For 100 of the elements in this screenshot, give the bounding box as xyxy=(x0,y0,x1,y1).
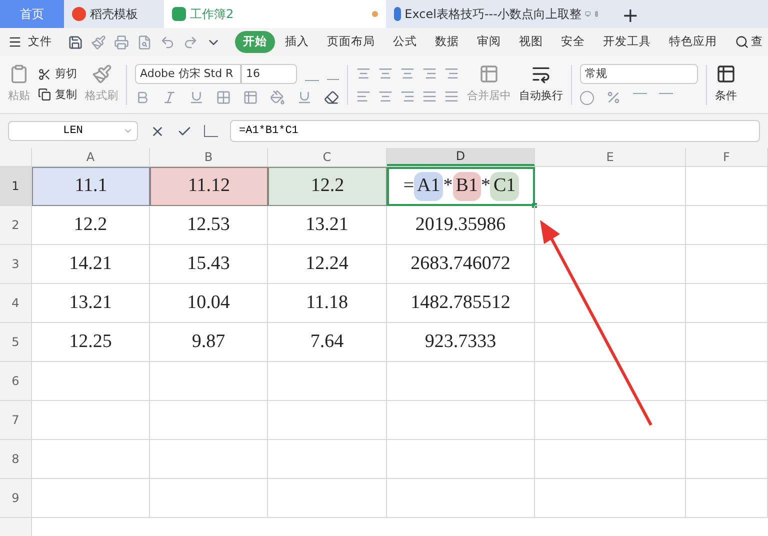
ribbon-tab[interactable]: 审阅 xyxy=(469,31,509,53)
print-icon[interactable] xyxy=(114,34,129,50)
column-header[interactable]: A xyxy=(32,148,150,166)
table-cell: 9.87 xyxy=(150,323,268,362)
table-cell: 12.2 xyxy=(268,167,387,206)
formula-cell[interactable]: =A1*B1*C1 xyxy=(387,167,535,206)
ribbon-tab[interactable]: 开发工具 xyxy=(595,31,659,53)
save-icon[interactable] xyxy=(68,34,83,50)
conditional-format-button[interactable]: 条件 xyxy=(715,88,737,105)
row-header[interactable]: 7 xyxy=(0,401,32,440)
redo-icon[interactable] xyxy=(183,34,198,50)
conditional-format-icon[interactable] xyxy=(716,64,736,84)
table-cell: 1482.785512 xyxy=(387,284,535,323)
row-header[interactable]: 2 xyxy=(0,206,32,245)
ribbon-tab[interactable]: 特色应用 xyxy=(661,31,725,53)
row-header[interactable]: 5 xyxy=(0,323,32,362)
number-format-field[interactable]: 常规 xyxy=(580,64,698,84)
row-header[interactable]: 8 xyxy=(0,440,32,479)
formula-operator: * xyxy=(443,174,453,198)
scissors-icon[interactable] xyxy=(38,68,51,81)
ribbon-tab[interactable]: 视图 xyxy=(511,31,551,53)
cell-style-icon[interactable] xyxy=(243,90,258,105)
ribbon-tab[interactable]: 公式 xyxy=(385,31,425,53)
column-header[interactable]: E xyxy=(535,148,686,166)
row-header[interactable]: 3 xyxy=(0,245,32,284)
indent-icon[interactable] xyxy=(444,66,459,80)
align-center-icon[interactable] xyxy=(378,88,393,104)
copy-button[interactable]: 复制 xyxy=(55,86,77,103)
cell-reference: B1 xyxy=(452,172,481,201)
row-header[interactable]: 9 xyxy=(0,479,32,518)
cut-button[interactable]: 剪切 xyxy=(55,66,77,82)
table-cell: 14.21 xyxy=(32,245,150,284)
eraser-icon[interactable] xyxy=(324,90,339,105)
underline-icon[interactable] xyxy=(189,90,204,105)
align-middle-icon[interactable] xyxy=(378,66,393,80)
row-header[interactable]: 6 xyxy=(0,362,32,401)
table-cell: 15.43 xyxy=(150,245,268,284)
font-size-field[interactable]: 16 xyxy=(241,64,297,84)
table-cell: 11.1 xyxy=(32,167,150,206)
formula-field[interactable]: =A1*B1*C1 xyxy=(230,120,760,142)
tab-label: 工作簿2 xyxy=(190,6,234,23)
table-cell: 2683.746072 xyxy=(387,245,535,284)
ribbon-tab[interactable]: 数据 xyxy=(427,31,467,53)
merge-icon[interactable] xyxy=(479,64,499,84)
row-header[interactable]: 4 xyxy=(0,284,32,323)
font-field[interactable]: Adobe 仿宋 Std R xyxy=(135,64,241,84)
formula-operator: = xyxy=(403,174,414,198)
doc-logo-icon xyxy=(394,7,401,21)
table-cell: 11.18 xyxy=(268,284,387,323)
italic-icon[interactable] xyxy=(162,90,177,105)
sheet-logo-icon xyxy=(172,7,186,21)
format-painter-icon[interactable] xyxy=(92,64,112,84)
align-right-icon[interactable] xyxy=(400,88,415,104)
table-cell: 12.25 xyxy=(32,323,150,362)
ribbon-tab[interactable]: 插入 xyxy=(277,31,317,53)
tab-label: Excel表格技巧---小数点向上取整 xyxy=(404,6,582,23)
table-cell: 2019.35986 xyxy=(387,206,535,245)
new-tab-button[interactable]: + xyxy=(606,0,655,28)
tab-label: 首页 xyxy=(20,6,44,23)
bold-icon[interactable] xyxy=(135,90,150,105)
currency-icon[interactable] xyxy=(580,90,594,104)
wrap-text-button[interactable]: 自动换行 xyxy=(519,88,563,105)
percent-icon[interactable] xyxy=(606,90,621,105)
outdent-icon[interactable] xyxy=(422,66,437,80)
name-box[interactable]: LEN xyxy=(8,121,138,141)
menu-icon[interactable] xyxy=(8,35,22,49)
search-icon[interactable] xyxy=(735,35,749,49)
file-menu[interactable]: 文件 xyxy=(24,33,56,51)
table-cell: 12.24 xyxy=(268,245,387,284)
table-cell: 10.04 xyxy=(150,284,268,323)
table-cell: 7.64 xyxy=(268,323,387,362)
column-header[interactable]: B xyxy=(150,148,268,166)
column-header[interactable]: F xyxy=(686,148,768,166)
column-header[interactable]: D xyxy=(387,148,535,166)
cell-reference: C1 xyxy=(490,172,519,201)
copy-icon[interactable] xyxy=(38,88,51,102)
ribbon-tab[interactable]: 安全 xyxy=(553,31,593,53)
table-cell: 12.53 xyxy=(150,206,268,245)
fill-color-icon[interactable] xyxy=(270,90,285,105)
ribbon-tab[interactable]: 页面布局 xyxy=(319,31,383,53)
search-label[interactable]: 查 xyxy=(751,33,763,51)
fill-handle[interactable] xyxy=(532,203,537,208)
formula-operator: * xyxy=(480,174,490,198)
paste-icon[interactable] xyxy=(9,64,29,84)
brush-icon[interactable] xyxy=(91,34,106,50)
table-cell: 923.7333 xyxy=(387,323,535,362)
align-bottom-icon[interactable] xyxy=(400,66,415,80)
align-top-icon[interactable] xyxy=(356,66,371,80)
cell-reference: A1 xyxy=(414,172,444,201)
row-header[interactable] xyxy=(0,518,32,536)
tab-label: 稻壳模板 xyxy=(90,6,138,23)
table-cell: 12.2 xyxy=(32,206,150,245)
preview-icon[interactable] xyxy=(137,34,152,50)
border-icon[interactable] xyxy=(216,90,231,105)
align-left-icon[interactable] xyxy=(356,88,371,104)
distribute-icon[interactable] xyxy=(444,88,459,104)
justify-icon[interactable] xyxy=(422,88,437,104)
font-color-icon[interactable] xyxy=(297,90,312,105)
undo-icon[interactable] xyxy=(160,34,175,50)
row-header[interactable]: 1 xyxy=(0,167,32,206)
